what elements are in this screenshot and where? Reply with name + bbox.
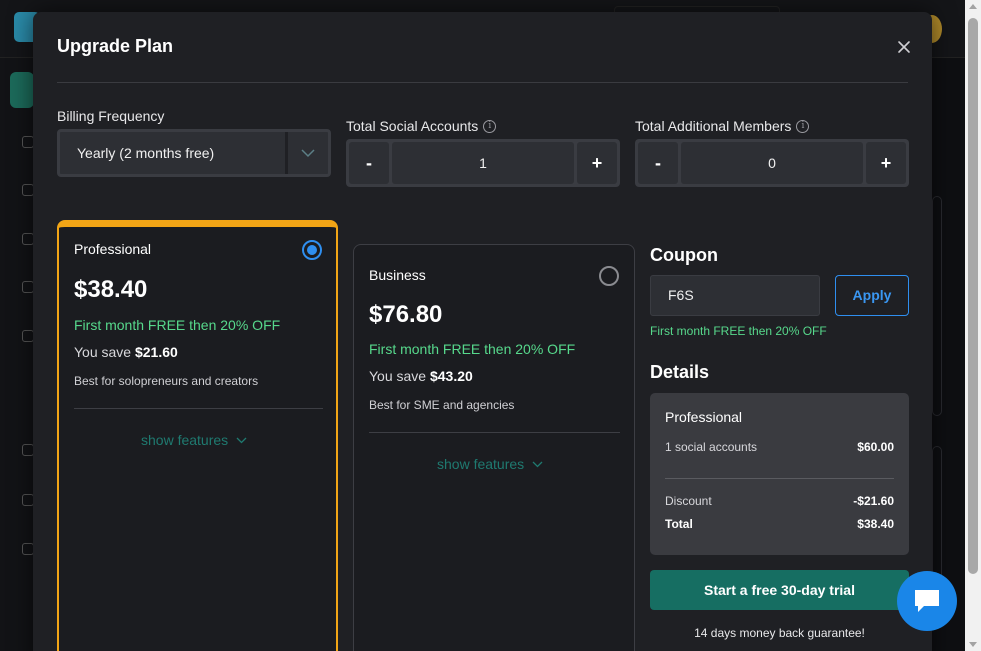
line-item-amount: $60.00	[857, 440, 894, 454]
discount-label: Discount	[665, 494, 712, 508]
details-plan-name: Professional	[665, 409, 743, 425]
social-accounts-label: Total Social Accounts i	[346, 118, 497, 134]
plan-price: $38.40	[74, 276, 148, 303]
chevron-down-icon	[532, 461, 543, 467]
scrollbar-thumb[interactable]	[968, 18, 978, 574]
divider	[369, 432, 620, 433]
plan-price: $76.80	[369, 301, 443, 328]
savings-amount: $21.60	[134, 344, 178, 360]
details-discount: Discount -$21.60	[665, 494, 894, 508]
start-trial-button[interactable]: Start a free 30-day trial	[650, 570, 909, 610]
scroll-down-arrow-icon[interactable]	[969, 642, 977, 647]
plan-name: Professional	[74, 241, 152, 257]
plan-card-professional[interactable]: Professional $38.40 First month FREE the…	[57, 220, 338, 651]
decrement-social-accounts-button[interactable]: -	[349, 142, 389, 184]
info-icon[interactable]: i	[483, 119, 497, 133]
show-features-link[interactable]: show features	[141, 432, 247, 448]
social-accounts-stepper: - 1 +	[346, 139, 620, 187]
details-total: Total $38.40	[665, 517, 894, 531]
plan-offer: First month FREE then 20% OFF	[369, 341, 576, 357]
coupon-input[interactable]: F6S	[650, 275, 820, 316]
additional-members-label-text: Total Additional Members	[635, 118, 792, 134]
decrement-members-button[interactable]: -	[638, 142, 678, 184]
background-panel	[932, 196, 942, 416]
increment-members-button[interactable]: +	[866, 142, 906, 184]
social-accounts-input[interactable]: 1	[392, 142, 574, 184]
plan-card-business[interactable]: Business $76.80 First month FREE then 20…	[353, 244, 635, 651]
details-title: Details	[650, 362, 710, 382]
money-back-guarantee: 14 days money back guarantee!	[694, 626, 865, 640]
chat-button[interactable]	[897, 571, 957, 631]
upgrade-plan-modal: Upgrade Plan Billing Frequency Yearly (2…	[33, 12, 932, 651]
additional-members-input[interactable]: 0	[681, 142, 863, 184]
show-features-label: show features	[141, 432, 229, 448]
discount-amount: -$21.60	[853, 494, 894, 508]
total-amount: $38.40	[857, 517, 894, 531]
modal-title: Upgrade Plan	[57, 36, 174, 56]
savings-amount: $43.20	[429, 368, 473, 384]
total-label: Total	[665, 517, 693, 531]
chat-bubble-icon	[915, 590, 939, 612]
divider	[74, 408, 323, 409]
show-features-label: show features	[437, 456, 525, 472]
line-item-label: 1 social accounts	[665, 440, 758, 454]
additional-members-label: Total Additional Members i	[635, 118, 810, 134]
chevron-down-icon[interactable]	[285, 132, 328, 174]
divider	[665, 478, 894, 479]
billing-frequency-value: Yearly (2 months free)	[77, 145, 215, 161]
close-icon[interactable]	[895, 38, 913, 56]
plan-savings: You save $43.20	[369, 368, 473, 384]
sidebar-compose-button	[10, 72, 34, 108]
social-accounts-label-text: Total Social Accounts	[346, 118, 479, 134]
scroll-up-arrow-icon[interactable]	[969, 4, 977, 9]
coupon-title: Coupon	[650, 245, 718, 265]
plan-savings: You save $21.60	[74, 344, 178, 360]
order-details: Professional 1 social accounts $60.00 Di…	[650, 393, 909, 555]
apply-coupon-button[interactable]: Apply	[835, 275, 909, 316]
coupon-message: First month FREE then 20% OFF	[650, 324, 827, 338]
plan-description: Best for SME and agencies	[369, 398, 515, 412]
details-line-item: 1 social accounts $60.00	[665, 440, 894, 454]
plan-description: Best for solopreneurs and creators	[74, 374, 259, 388]
plan-name: Business	[369, 267, 426, 283]
plan-offer: First month FREE then 20% OFF	[74, 317, 281, 333]
billing-frequency-label-text: Billing Frequency	[57, 108, 165, 124]
plan-radio-professional[interactable]	[302, 240, 322, 260]
billing-frequency-label: Billing Frequency	[57, 108, 164, 124]
savings-prefix: You save	[74, 344, 132, 360]
increment-social-accounts-button[interactable]: +	[577, 142, 617, 184]
savings-prefix: You save	[369, 368, 427, 384]
show-features-link[interactable]: show features	[437, 456, 543, 472]
chevron-down-icon	[236, 437, 247, 443]
billing-frequency-select[interactable]: Yearly (2 months free)	[57, 129, 331, 177]
additional-members-stepper: - 0 +	[635, 139, 909, 187]
info-icon[interactable]: i	[796, 119, 810, 133]
plan-radio-business[interactable]	[599, 266, 619, 286]
divider	[57, 82, 908, 83]
page-scrollbar[interactable]	[965, 0, 981, 651]
